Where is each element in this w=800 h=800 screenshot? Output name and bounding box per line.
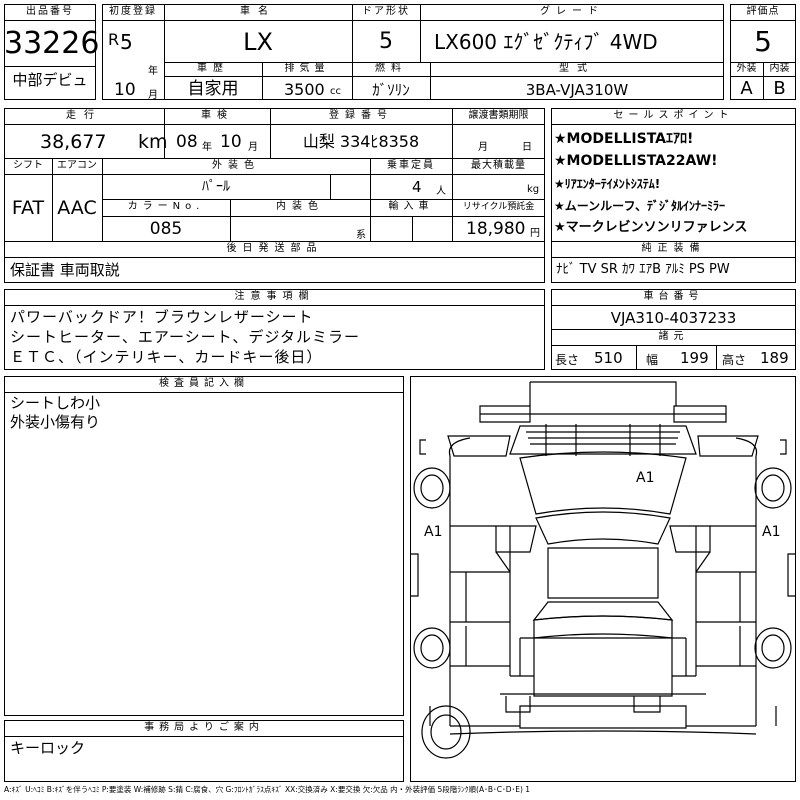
score-int-label: 内装 [769, 63, 790, 74]
first-reg-era: R [108, 30, 120, 49]
sales-point-2: ★MODELLISTA22AW! [554, 153, 718, 169]
max-load-unit: kg [527, 184, 540, 195]
ext-color-value: ﾊﾟｰﾙ [202, 179, 230, 195]
width-value: 199 [680, 349, 709, 367]
debut-label: 中部デビュ [12, 71, 88, 89]
color-no-value: 085 [149, 219, 183, 239]
import-label: 輸入車 [388, 201, 434, 212]
history-label: 車歴 [197, 63, 229, 74]
length-value: 510 [594, 349, 623, 367]
equipment-value: ﾅﾋﾞ TV SR ｶﾜ ｴｱB ｱﾙﾐ PS PW [556, 262, 730, 277]
doors-label: ドア形状 [362, 6, 410, 17]
shift-label: シフト [13, 160, 43, 171]
score-ext-value: A [740, 78, 753, 99]
notes-line-3: ＥＴＣ、（インテリキー、カードキー後日） [10, 348, 323, 366]
recycle-value: 18,980 [466, 219, 526, 239]
model-code-label: 型式 [559, 63, 595, 74]
length-label: 長さ [555, 353, 580, 367]
int-color-unit: 系 [356, 230, 366, 241]
inspector-line-1: シートしわ小 [10, 394, 101, 412]
sales-point-5: ★マークレビンソンリファレンス [554, 220, 748, 235]
lot-label: 出品番号 [26, 6, 74, 17]
history-value: 自家用 [187, 79, 239, 99]
fuel-label: 燃料 [375, 63, 407, 74]
office-value: キーロック [10, 739, 86, 757]
legend-text: A:ｷｽﾞ U:ﾍｺﾐ B:ｷｽﾞを伴うﾍｺﾐ P:要塗装 W:補修跡 S:錆 … [4, 785, 531, 794]
inspector-line-2: 外装小傷有り [10, 413, 101, 431]
inspection-year: 08 [176, 132, 198, 152]
notes-line-2: シートヒーター、エアーシート、デジタルミラー [10, 328, 361, 346]
model-code-value: 3BA-VJA310W [525, 81, 629, 99]
reg-number-label: 登録番号 [329, 110, 393, 121]
car-name-value: LX [243, 28, 273, 56]
aircon-value: AAC [57, 197, 97, 219]
lot-number: 33226 [4, 26, 100, 61]
equipment-label: 純正装備 [641, 243, 706, 254]
mileage-unit: km [138, 131, 168, 153]
first-reg-month: 10 [114, 80, 136, 100]
dimensions-label: 諸元 [658, 331, 689, 342]
mileage-value: 38,677 [40, 131, 107, 153]
damage-mark-3: A1 [762, 524, 781, 540]
sales-point-1: ★MODELLISTAｴｱﾛ! [554, 131, 694, 147]
score-int-value: B [773, 78, 786, 99]
sales-point-4: ★ムーンルーフ、ﾃﾞｼﾞﾀﾙｲﾝﾅｰﾐﾗｰ [554, 199, 725, 213]
car-name-label: 車名 [240, 6, 276, 17]
ext-color-label: 外装色 [212, 160, 260, 171]
shift-value: FAT [11, 197, 45, 219]
transfer-doc-day-unit: 日 [522, 142, 532, 153]
reg-number-value: 山梨 334ﾋ8358 [302, 132, 420, 151]
chassis-value: VJA310-4037233 [610, 309, 737, 327]
inspector-label: 検査員記入欄 [159, 378, 249, 389]
recycle-unit: 円 [530, 228, 540, 239]
score-ext-label: 外装 [736, 63, 757, 74]
inspection-label: 車検 [201, 110, 233, 121]
score-value: 5 [754, 25, 772, 58]
capacity-value: 4 [412, 178, 422, 196]
grade-value: LX600 ｴｸﾞｾﾞｸﾃｨﾌﾞ 4WD [434, 30, 658, 54]
chassis-label: 車台番号 [643, 291, 704, 302]
color-no-label: カラーNo. [127, 201, 205, 212]
recycle-label: リサイクル預託金 [462, 202, 535, 212]
first-reg-year: 5 [120, 30, 133, 54]
grade-label: グレード [540, 6, 604, 17]
doors-value: 5 [379, 29, 393, 54]
width-label: 幅 [646, 353, 659, 367]
inspection-month-unit: 月 [248, 142, 258, 153]
score-label: 評価点 [746, 6, 780, 17]
displacement-value: 3500 [284, 80, 325, 99]
sales-points-label: セールスポイント [613, 110, 734, 121]
notes-line-1: パワーバックドア！ブラウンレザーシート [10, 308, 314, 326]
damage-mark-1: A1 [636, 470, 655, 486]
transfer-doc-month-unit: 月 [478, 142, 488, 153]
displacement-unit: cc [330, 86, 341, 97]
notes-label: 注意事項欄 [234, 291, 315, 302]
capacity-unit: 人 [436, 186, 446, 197]
capacity-label: 乗車定員 [387, 160, 435, 171]
aircon-label: エアコン [57, 160, 97, 171]
later-parts-value: 保証書 車両取説 [10, 261, 120, 279]
car-diagram [410, 381, 796, 759]
transfer-doc-label: 譲渡書類期限 [468, 110, 529, 121]
first-reg-month-unit: 月 [148, 90, 158, 101]
mileage-label: 走行 [66, 110, 102, 121]
office-label: 事務局よりご案内 [144, 722, 264, 733]
first-reg-year-unit: 年 [148, 66, 158, 77]
displacement-label: 排気量 [284, 63, 330, 74]
inspection-month: 10 [220, 132, 242, 152]
height-label: 高さ [722, 353, 747, 367]
max-load-label: 最大積載量 [471, 160, 526, 171]
damage-mark-2: A1 [424, 524, 443, 540]
first-reg-label: 初度登録 [109, 6, 157, 17]
fuel-value: ｶﾞｿﾘﾝ [372, 81, 410, 99]
inspection-year-unit: 年 [202, 142, 212, 153]
later-parts-label: 後日発送部品 [226, 243, 323, 254]
height-value: 189 [760, 349, 789, 367]
sales-point-3: ★ﾘｱｴﾝﾀｰﾃｲﾒﾝﾄｼｽﾃﾑ! [554, 177, 661, 191]
int-color-label: 内装色 [276, 201, 324, 212]
